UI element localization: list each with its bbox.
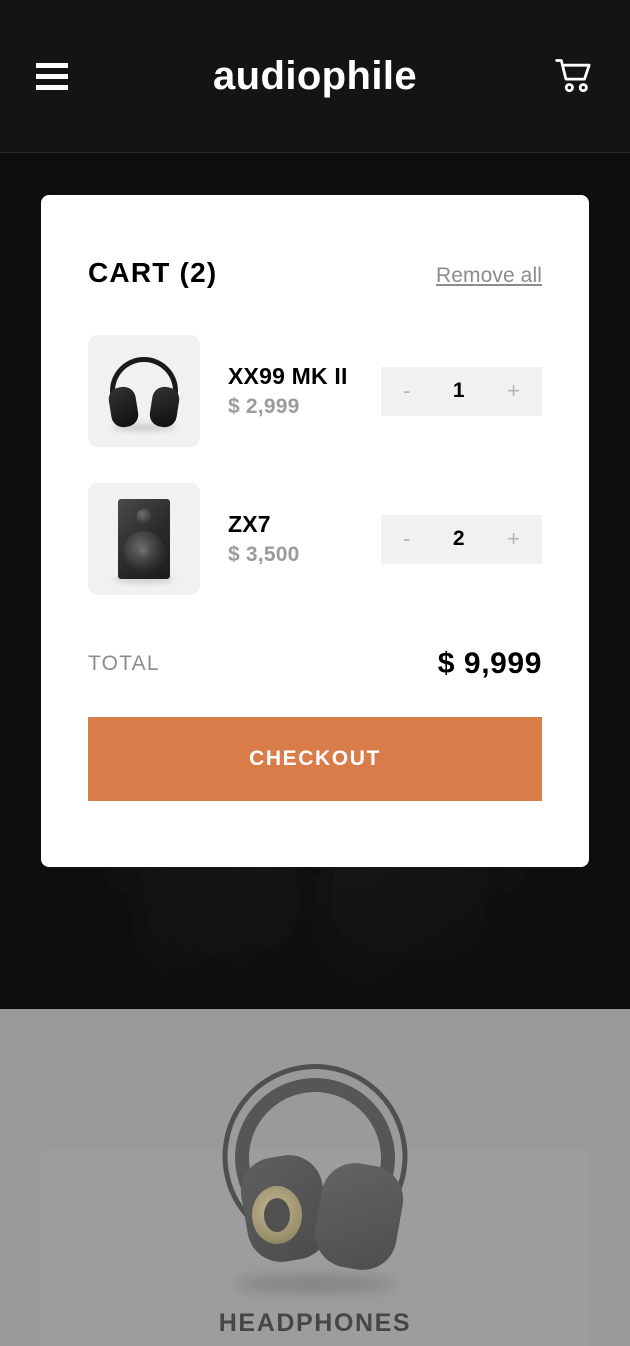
cart-total-row: TOTAL $ 9,999: [88, 647, 542, 681]
headphones-category-image: [200, 1044, 430, 1294]
total-value: $ 9,999: [437, 647, 542, 680]
cart-item-info: ZX7 $ 3,500: [228, 511, 299, 567]
hamburger-bar: [36, 62, 68, 68]
cart-item-name: ZX7: [228, 511, 271, 537]
cart-item-list: XX99 MK II $ 2,999 - 1 + ZX7 $ 3,500 - 2…: [88, 335, 542, 595]
thumb-speaker-body: [118, 499, 170, 579]
remove-all-button[interactable]: Remove all: [436, 264, 542, 288]
cart-header-row: CART (2) Remove all: [88, 195, 542, 289]
quantity-value: 1: [452, 379, 465, 402]
category-section: HEADPHONES: [0, 1009, 630, 1346]
hamburger-menu-icon[interactable]: [36, 61, 70, 91]
checkout-button[interactable]: CHECKOUT: [88, 717, 542, 801]
quantity-increment-button[interactable]: +: [507, 380, 520, 402]
thumb-earcup-right: [148, 385, 181, 429]
quantity-stepper: - 1 +: [381, 366, 542, 416]
headphones-thumbnail: [88, 335, 200, 447]
cart-page: audiophile CART (2) Remove all XX99 MK I…: [0, 0, 630, 1346]
thumb-shadow: [112, 424, 176, 431]
quantity-decrement-button[interactable]: -: [403, 528, 410, 550]
quantity-increment-button[interactable]: +: [507, 528, 520, 550]
total-label: TOTAL: [88, 652, 160, 675]
category-label-headphones: HEADPHONES: [218, 1309, 412, 1337]
site-header: audiophile: [0, 0, 630, 153]
thumb-shadow: [114, 577, 174, 583]
cart-item-row: XX99 MK II $ 2,999 - 1 +: [88, 335, 542, 447]
category-image-shadow: [234, 1276, 396, 1292]
hamburger-bar: [36, 73, 68, 79]
brand-logo: audiophile: [213, 53, 417, 98]
thumb-speaker-woofer: [123, 531, 165, 573]
cart-item-name: XX99 MK II: [228, 363, 348, 389]
cart-item-price: $ 3,500: [228, 543, 300, 566]
cart-item-row: ZX7 $ 3,500 - 2 +: [88, 483, 542, 595]
cart-item-info: XX99 MK II $ 2,999: [228, 363, 348, 419]
cart-title: CART (2): [88, 257, 218, 288]
cart-modal: CART (2) Remove all XX99 MK II $ 2,999 -: [41, 195, 589, 867]
quantity-stepper: - 2 +: [381, 514, 542, 564]
hamburger-bar: [36, 84, 68, 90]
shopping-cart-icon[interactable]: [554, 58, 594, 94]
cart-item-price: $ 2,999: [228, 395, 300, 418]
quantity-decrement-button[interactable]: -: [403, 380, 410, 402]
quantity-value: 2: [452, 527, 465, 550]
category-gold-driver: [252, 1186, 302, 1244]
speaker-thumbnail: [88, 483, 200, 595]
thumb-speaker-tweeter: [136, 509, 152, 524]
